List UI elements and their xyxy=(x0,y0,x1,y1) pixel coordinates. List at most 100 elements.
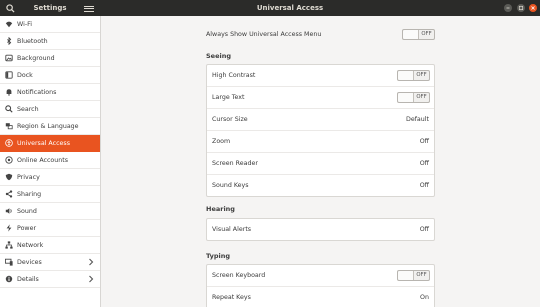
online-accounts-icon xyxy=(4,156,13,165)
cursor-size-value: Default xyxy=(405,116,429,123)
sidebar-item-notifications[interactable]: Notifications xyxy=(0,84,100,101)
bell-icon xyxy=(4,88,13,97)
sidebar-item-universal-access[interactable]: Universal Access xyxy=(0,135,100,152)
sidebar-item-devices[interactable]: Devices xyxy=(0,254,100,271)
sidebar-item-label: Sound xyxy=(17,207,37,215)
minimize-button[interactable] xyxy=(504,4,512,12)
row-label: High Contrast xyxy=(212,72,256,79)
sound-icon xyxy=(4,207,13,216)
search-icon[interactable] xyxy=(4,2,16,14)
high-contrast-toggle[interactable]: OFF xyxy=(397,70,430,81)
toggle-state: OFF xyxy=(416,72,427,78)
universal-access-icon xyxy=(4,139,13,148)
cursor-size-row[interactable]: Cursor Size Default xyxy=(207,109,434,131)
row-label: Cursor Size xyxy=(212,116,248,123)
sound-keys-value: Off xyxy=(419,182,429,189)
details-icon xyxy=(4,275,13,284)
sidebar-item-wifi[interactable]: Wi-Fi xyxy=(0,16,100,33)
sidebar-item-label: Bluetooth xyxy=(17,37,48,45)
toggle-knob xyxy=(398,93,414,102)
repeat-keys-row[interactable]: Repeat Keys On xyxy=(207,287,434,307)
sidebar-item-label: Notifications xyxy=(17,88,57,96)
main-panel: Always Show Universal Access Menu OFF Se… xyxy=(101,16,540,307)
privacy-icon xyxy=(4,173,13,182)
bluetooth-icon xyxy=(4,37,13,46)
typing-card: Screen Keyboard OFF Repeat Keys On xyxy=(206,264,435,307)
sidebar-item-online-accounts[interactable]: Online Accounts xyxy=(0,152,100,169)
visual-alerts-value: Off xyxy=(419,226,429,233)
sidebar-item-label: Search xyxy=(17,105,39,113)
sidebar-item-label: Devices xyxy=(17,258,42,266)
close-button[interactable] xyxy=(529,4,537,12)
screen-keyboard-toggle[interactable]: OFF xyxy=(397,270,430,281)
row-label: Screen Keyboard xyxy=(212,272,266,279)
title-bar: Settings Universal Access xyxy=(0,0,540,16)
toggle-knob xyxy=(398,71,414,80)
screen-reader-value: Off xyxy=(419,160,429,167)
region-icon xyxy=(4,122,13,131)
sidebar-item-power[interactable]: Power xyxy=(0,220,100,237)
row-label: Repeat Keys xyxy=(212,294,251,301)
network-icon xyxy=(4,241,13,250)
sidebar-item-region-language[interactable]: Region & Language xyxy=(0,118,100,135)
toggle-state: OFF xyxy=(416,272,427,278)
screen-keyboard-row[interactable]: Screen Keyboard OFF xyxy=(207,265,434,287)
row-label: Large Text xyxy=(212,94,245,101)
always-show-menu-toggle[interactable]: OFF xyxy=(402,28,435,40)
zoom-value: Off xyxy=(419,138,429,145)
typing-heading: Typing xyxy=(206,252,231,260)
sidebar-item-label: Online Accounts xyxy=(17,156,69,164)
visual-alerts-row[interactable]: Visual Alerts Off xyxy=(207,219,434,240)
settings-title: Settings xyxy=(33,4,67,12)
sidebar-item-label: Network xyxy=(17,241,44,249)
zoom-row[interactable]: Zoom Off xyxy=(207,131,434,153)
background-icon xyxy=(4,54,13,63)
always-show-menu-row: Always Show Universal Access Menu OFF xyxy=(206,26,435,42)
screen-reader-row[interactable]: Screen Reader Off xyxy=(207,153,434,175)
toggle-state: OFF xyxy=(416,94,427,100)
sound-keys-row[interactable]: Sound Keys Off xyxy=(207,175,434,196)
sidebar-item-network[interactable]: Network xyxy=(0,237,100,254)
sidebar-item-label: Power xyxy=(17,224,37,232)
power-icon xyxy=(4,224,13,233)
devices-icon xyxy=(4,258,13,267)
sidebar-item-label: Background xyxy=(17,54,55,62)
sidebar-item-privacy[interactable]: Privacy xyxy=(0,169,100,186)
hamburger-menu-icon[interactable] xyxy=(84,4,94,13)
page-title: Universal Access xyxy=(256,4,324,12)
sharing-icon xyxy=(4,190,13,199)
row-label: Screen Reader xyxy=(212,160,258,167)
chevron-right-icon xyxy=(88,258,94,266)
sidebar-item-sharing[interactable]: Sharing xyxy=(0,186,100,203)
sidebar-item-bluetooth[interactable]: Bluetooth xyxy=(0,33,100,50)
row-label: Sound Keys xyxy=(212,182,249,189)
chevron-right-icon xyxy=(88,275,94,283)
maximize-button[interactable] xyxy=(517,4,525,12)
sidebar-item-search[interactable]: Search xyxy=(0,101,100,118)
sidebar-item-details[interactable]: Details xyxy=(0,271,100,288)
high-contrast-row[interactable]: High Contrast OFF xyxy=(207,65,434,87)
sidebar-item-label: Privacy xyxy=(17,173,40,181)
hearing-heading: Hearing xyxy=(206,205,235,213)
sidebar-item-background[interactable]: Background xyxy=(0,50,100,67)
sidebar-item-dock[interactable]: Dock xyxy=(0,67,100,84)
sidebar-item-label: Region & Language xyxy=(17,122,79,130)
toggle-state: OFF xyxy=(421,30,432,37)
always-show-menu-label: Always Show Universal Access Menu xyxy=(206,30,322,38)
toggle-knob xyxy=(403,29,419,39)
search-icon xyxy=(4,105,13,114)
hearing-card: Visual Alerts Off xyxy=(206,218,435,241)
large-text-row[interactable]: Large Text OFF xyxy=(207,87,434,109)
sidebar-item-label: Universal Access xyxy=(17,139,70,147)
seeing-card: High Contrast OFF Large Text OFF Cursor … xyxy=(206,64,435,197)
toggle-knob xyxy=(398,271,414,280)
dock-icon xyxy=(4,71,13,80)
sidebar-item-label: Sharing xyxy=(17,190,42,198)
sidebar-item-label: Wi-Fi xyxy=(17,20,33,28)
sidebar-item-label: Details xyxy=(17,275,39,283)
sidebar: Wi-Fi Bluetooth Background Dock Notifica… xyxy=(0,16,101,307)
repeat-keys-value: On xyxy=(420,294,429,301)
seeing-heading: Seeing xyxy=(206,52,232,60)
large-text-toggle[interactable]: OFF xyxy=(397,92,430,103)
sidebar-item-sound[interactable]: Sound xyxy=(0,203,100,220)
